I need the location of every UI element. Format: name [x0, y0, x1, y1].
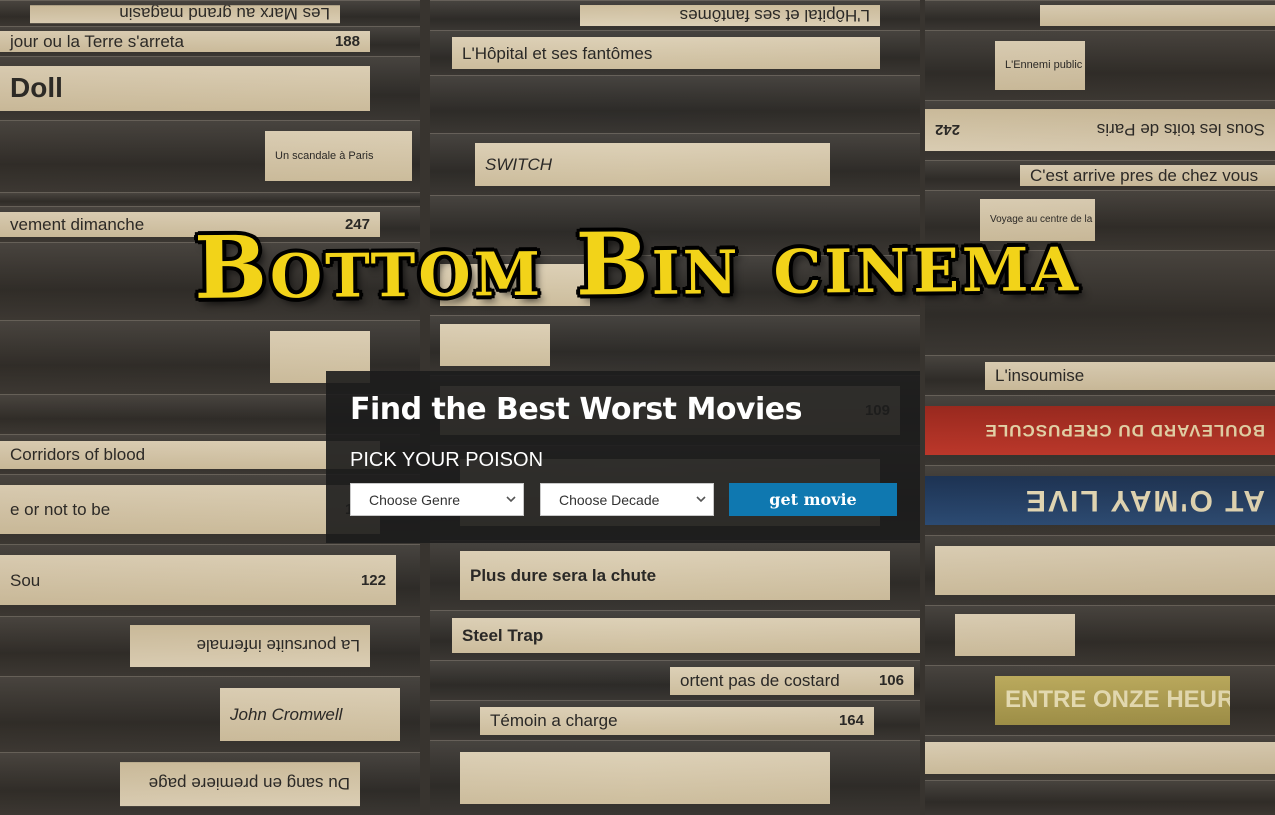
site-title: Bottom Bin cinema — [193, 210, 1082, 319]
tape: Du sang en premiere page — [0, 752, 420, 815]
tape: Plus dure sera la chute — [430, 540, 920, 613]
tape: Sous les toits de Paris 242 — [925, 100, 1275, 163]
tape: SWITCH — [430, 133, 920, 198]
tape: L'Ennemi public — [925, 30, 1275, 103]
genre-select[interactable]: Choose Genre — [350, 483, 524, 516]
tape: L'Hôpital et ses fantômes — [430, 0, 920, 33]
tape: ortent pas de costard 106 — [430, 660, 920, 703]
tape: L'Hôpital et ses fantômes — [430, 30, 920, 78]
tape: BOULEVARD DU CREPUSCULE — [925, 395, 1275, 468]
tape — [925, 780, 1275, 815]
tape: La poursuite infernale — [0, 616, 420, 679]
right-shelf: L'Ennemi public Sous les toits de Paris 2… — [925, 0, 1275, 815]
tape: Un scandale à Paris — [0, 120, 420, 195]
tape — [925, 735, 1275, 783]
search-controls: Choose Genre Choose Decade get movie — [350, 483, 897, 516]
chevron-down-icon — [506, 496, 516, 503]
tape: jour ou la Terre s'arreta 188 — [0, 26, 420, 59]
panel-heading: Find the Best Worst Movies — [350, 392, 802, 427]
tape — [925, 535, 1275, 608]
tape — [925, 0, 1275, 33]
tape: Les Marx au grand magasin — [0, 0, 420, 29]
tape: C'est arrive pres de chez vous — [925, 160, 1275, 193]
tape: John Cromwell — [0, 676, 420, 755]
tape: Doll — [0, 56, 420, 123]
tape — [430, 75, 920, 136]
get-movie-button[interactable]: get movie — [729, 483, 897, 516]
chevron-down-icon — [696, 496, 706, 503]
tape: Témoin a charge 164 — [430, 700, 920, 743]
tape: AT O'MAY LIVE — [925, 465, 1275, 538]
tape: ENTRE ONZE HEURES ET MINUIT — [925, 665, 1275, 738]
tape — [430, 740, 920, 815]
tape: L'insoumise — [925, 355, 1275, 398]
movie-search-panel: Find the Best Worst Movies PICK YOUR POI… — [326, 371, 920, 543]
genre-select-value: Choose Genre — [369, 491, 461, 508]
decade-select-value: Choose Decade — [559, 491, 660, 508]
tape: Sou 122 — [0, 544, 420, 619]
tape — [925, 605, 1275, 668]
decade-select[interactable]: Choose Decade — [540, 483, 714, 516]
panel-subheading: PICK YOUR POISON — [350, 449, 544, 471]
tape: Steel Trap — [430, 610, 920, 663]
tape — [430, 315, 920, 378]
